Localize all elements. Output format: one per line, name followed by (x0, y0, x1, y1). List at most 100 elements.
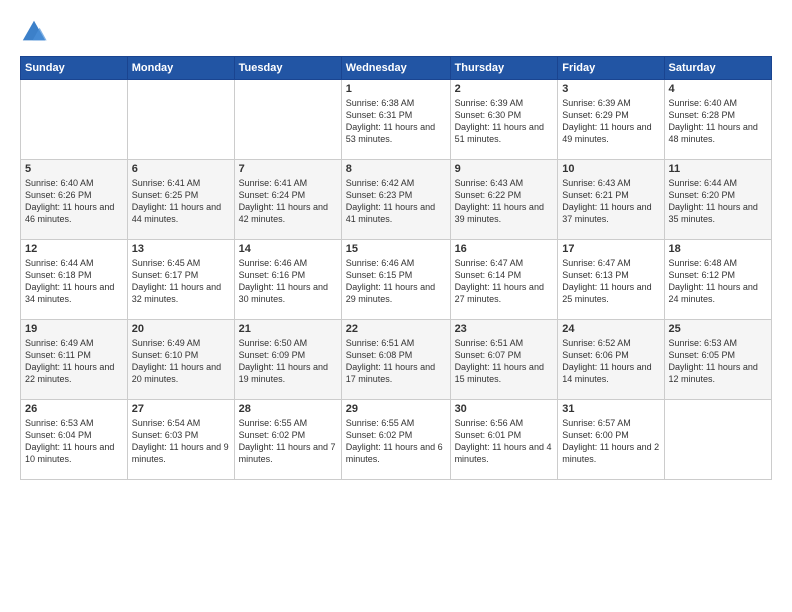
day-number: 22 (346, 323, 446, 335)
week-row-0: 1 Sunrise: 6:38 AM Sunset: 6:31 PM Daylig… (21, 80, 772, 160)
day-number: 26 (25, 403, 123, 415)
day-cell (234, 80, 341, 160)
day-cell: 30 Sunrise: 6:56 AM Sunset: 6:01 PM Dayli… (450, 400, 558, 480)
day-cell: 16 Sunrise: 6:47 AM Sunset: 6:14 PM Dayli… (450, 240, 558, 320)
day-info: Sunrise: 6:43 AM Sunset: 6:21 PM Dayligh… (562, 177, 659, 226)
day-cell: 11 Sunrise: 6:44 AM Sunset: 6:20 PM Dayli… (664, 160, 771, 240)
day-cell: 12 Sunrise: 6:44 AM Sunset: 6:18 PM Dayli… (21, 240, 128, 320)
day-info: Sunrise: 6:55 AM Sunset: 6:02 PM Dayligh… (239, 417, 337, 466)
day-cell (21, 80, 128, 160)
day-number: 20 (132, 323, 230, 335)
day-cell: 5Sunrise: 6:40 AM Sunset: 6:26 PM Daylig… (21, 160, 128, 240)
day-number: 19 (25, 323, 123, 335)
day-cell: 24 Sunrise: 6:52 AM Sunset: 6:06 PM Dayli… (558, 320, 664, 400)
day-cell: 23Sunrise: 6:51 AM Sunset: 6:07 PM Dayli… (450, 320, 558, 400)
day-cell: 21 Sunrise: 6:50 AM Sunset: 6:09 PM Dayli… (234, 320, 341, 400)
day-info: Sunrise: 6:38 AM Sunset: 6:31 PM Dayligh… (346, 97, 446, 146)
day-info: Sunrise: 6:44 AM Sunset: 6:20 PM Dayligh… (669, 177, 767, 226)
day-info: Sunrise: 6:44 AM Sunset: 6:18 PM Dayligh… (25, 257, 123, 306)
logo-icon (20, 18, 48, 46)
weekday-header-row: SundayMondayTuesdayWednesdayThursdayFrid… (21, 57, 772, 80)
week-row-4: 26Sunrise: 6:53 AM Sunset: 6:04 PM Dayli… (21, 400, 772, 480)
day-info: Sunrise: 6:45 AM Sunset: 6:17 PM Dayligh… (132, 257, 230, 306)
day-number: 21 (239, 323, 337, 335)
weekday-header-sunday: Sunday (21, 57, 128, 80)
day-cell: 13 Sunrise: 6:45 AM Sunset: 6:17 PM Dayli… (127, 240, 234, 320)
day-info: Sunrise: 6:46 AM Sunset: 6:15 PM Dayligh… (346, 257, 446, 306)
calendar-table: SundayMondayTuesdayWednesdayThursdayFrid… (20, 56, 772, 480)
day-info: Sunrise: 6:56 AM Sunset: 6:01 PM Dayligh… (455, 417, 554, 466)
day-number: 30 (455, 403, 554, 415)
weekday-header-wednesday: Wednesday (341, 57, 450, 80)
page: SundayMondayTuesdayWednesdayThursdayFrid… (0, 0, 792, 612)
day-cell: 9 Sunrise: 6:43 AM Sunset: 6:22 PM Daylig… (450, 160, 558, 240)
day-cell: 17 Sunrise: 6:47 AM Sunset: 6:13 PM Dayli… (558, 240, 664, 320)
logo (20, 18, 52, 46)
day-number: 8 (346, 163, 446, 175)
week-row-2: 12 Sunrise: 6:44 AM Sunset: 6:18 PM Dayli… (21, 240, 772, 320)
day-number: 24 (562, 323, 659, 335)
day-info: Sunrise: 6:49 AM Sunset: 6:11 PM Dayligh… (25, 337, 123, 386)
day-cell: 4 Sunrise: 6:40 AM Sunset: 6:28 PM Daylig… (664, 80, 771, 160)
day-number: 25 (669, 323, 767, 335)
day-info: Sunrise: 6:41 AM Sunset: 6:25 PM Dayligh… (132, 177, 230, 226)
day-info: Sunrise: 6:40 AM Sunset: 6:28 PM Dayligh… (669, 97, 767, 146)
day-cell: 15 Sunrise: 6:46 AM Sunset: 6:15 PM Dayli… (341, 240, 450, 320)
day-info: Sunrise: 6:43 AM Sunset: 6:22 PM Dayligh… (455, 177, 554, 226)
day-info: Sunrise: 6:50 AM Sunset: 6:09 PM Dayligh… (239, 337, 337, 386)
day-number: 31 (562, 403, 659, 415)
day-info: Sunrise: 6:52 AM Sunset: 6:06 PM Dayligh… (562, 337, 659, 386)
day-number: 17 (562, 243, 659, 255)
day-number: 1 (346, 83, 446, 95)
day-info: Sunrise: 6:46 AM Sunset: 6:16 PM Dayligh… (239, 257, 337, 306)
day-info: Sunrise: 6:48 AM Sunset: 6:12 PM Dayligh… (669, 257, 767, 306)
day-info: Sunrise: 6:47 AM Sunset: 6:13 PM Dayligh… (562, 257, 659, 306)
day-number: 16 (455, 243, 554, 255)
weekday-header-tuesday: Tuesday (234, 57, 341, 80)
week-row-3: 19 Sunrise: 6:49 AM Sunset: 6:11 PM Dayli… (21, 320, 772, 400)
weekday-header-thursday: Thursday (450, 57, 558, 80)
day-number: 10 (562, 163, 659, 175)
weekday-header-monday: Monday (127, 57, 234, 80)
day-cell: 6Sunrise: 6:41 AM Sunset: 6:25 PM Daylig… (127, 160, 234, 240)
day-info: Sunrise: 6:51 AM Sunset: 6:07 PM Dayligh… (455, 337, 554, 386)
day-info: Sunrise: 6:51 AM Sunset: 6:08 PM Dayligh… (346, 337, 446, 386)
day-info: Sunrise: 6:47 AM Sunset: 6:14 PM Dayligh… (455, 257, 554, 306)
day-number: 3 (562, 83, 659, 95)
day-number: 9 (455, 163, 554, 175)
day-info: Sunrise: 6:49 AM Sunset: 6:10 PM Dayligh… (132, 337, 230, 386)
day-cell: 29Sunrise: 6:55 AM Sunset: 6:02 PM Dayli… (341, 400, 450, 480)
day-info: Sunrise: 6:39 AM Sunset: 6:29 PM Dayligh… (562, 97, 659, 146)
day-cell: 22 Sunrise: 6:51 AM Sunset: 6:08 PM Dayli… (341, 320, 450, 400)
day-info: Sunrise: 6:42 AM Sunset: 6:23 PM Dayligh… (346, 177, 446, 226)
weekday-header-friday: Friday (558, 57, 664, 80)
header (20, 18, 772, 46)
day-cell: 27 Sunrise: 6:54 AM Sunset: 6:03 PM Dayli… (127, 400, 234, 480)
day-cell: 28Sunrise: 6:55 AM Sunset: 6:02 PM Dayli… (234, 400, 341, 480)
day-info: Sunrise: 6:39 AM Sunset: 6:30 PM Dayligh… (455, 97, 554, 146)
day-number: 27 (132, 403, 230, 415)
day-info: Sunrise: 6:41 AM Sunset: 6:24 PM Dayligh… (239, 177, 337, 226)
day-number: 4 (669, 83, 767, 95)
day-cell: 31Sunrise: 6:57 AM Sunset: 6:00 PM Dayli… (558, 400, 664, 480)
day-cell: 10 Sunrise: 6:43 AM Sunset: 6:21 PM Dayli… (558, 160, 664, 240)
day-cell (127, 80, 234, 160)
day-number: 5 (25, 163, 123, 175)
day-number: 13 (132, 243, 230, 255)
day-number: 29 (346, 403, 446, 415)
day-number: 18 (669, 243, 767, 255)
day-cell: 20 Sunrise: 6:49 AM Sunset: 6:10 PM Dayli… (127, 320, 234, 400)
day-number: 12 (25, 243, 123, 255)
day-info: Sunrise: 6:54 AM Sunset: 6:03 PM Dayligh… (132, 417, 230, 466)
day-cell: 14 Sunrise: 6:46 AM Sunset: 6:16 PM Dayli… (234, 240, 341, 320)
day-number: 14 (239, 243, 337, 255)
day-number: 15 (346, 243, 446, 255)
weekday-header-saturday: Saturday (664, 57, 771, 80)
day-cell: 3 Sunrise: 6:39 AM Sunset: 6:29 PM Daylig… (558, 80, 664, 160)
week-row-1: 5Sunrise: 6:40 AM Sunset: 6:26 PM Daylig… (21, 160, 772, 240)
day-cell: 2Sunrise: 6:39 AM Sunset: 6:30 PM Daylig… (450, 80, 558, 160)
day-number: 7 (239, 163, 337, 175)
day-number: 11 (669, 163, 767, 175)
day-cell: 25Sunrise: 6:53 AM Sunset: 6:05 PM Dayli… (664, 320, 771, 400)
day-cell (664, 400, 771, 480)
